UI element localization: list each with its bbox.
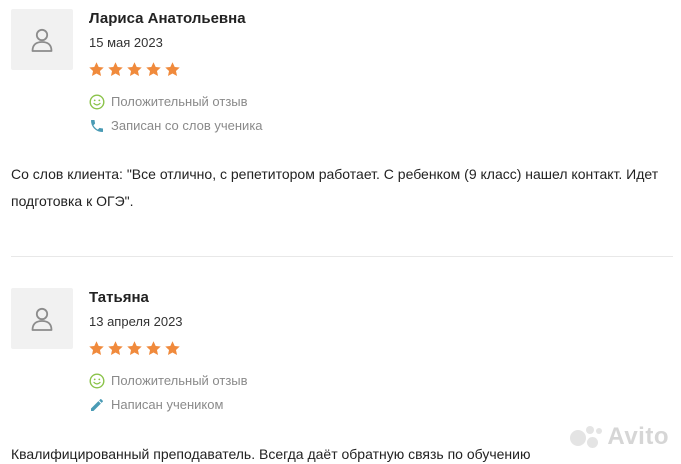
avatar bbox=[11, 288, 73, 349]
star-icon bbox=[127, 341, 142, 356]
review-source: Записан со слов ученика bbox=[88, 117, 263, 134]
review-author: Татьяна bbox=[89, 289, 149, 306]
avito-watermark: Avito bbox=[570, 423, 669, 451]
avatar bbox=[11, 9, 73, 70]
star-icon bbox=[146, 62, 161, 77]
review-text: Со слов клиента: "Все отлично, с репетит… bbox=[11, 166, 659, 209]
review-source: Написан учеником bbox=[88, 396, 223, 413]
star-icon bbox=[89, 62, 104, 77]
phone-icon bbox=[88, 117, 105, 134]
watermark-text: Avito bbox=[607, 423, 669, 450]
star-icon bbox=[108, 341, 123, 356]
star-icon bbox=[127, 62, 142, 77]
star-icon bbox=[146, 341, 161, 356]
star-icon bbox=[108, 62, 123, 77]
source-label: Написан учеником bbox=[111, 397, 224, 412]
pencil-icon bbox=[88, 396, 105, 413]
review-date: 15 мая 2023 bbox=[89, 35, 163, 50]
review-divider bbox=[11, 256, 673, 257]
rating-stars bbox=[88, 61, 181, 78]
sentiment-label: Положительный отзыв bbox=[111, 94, 248, 109]
user-icon bbox=[31, 307, 53, 331]
smile-icon bbox=[88, 93, 105, 110]
rating-stars bbox=[88, 340, 181, 357]
star-icon bbox=[89, 341, 104, 356]
review-author: Лариса Анатольевна bbox=[89, 10, 246, 27]
user-icon bbox=[31, 28, 53, 52]
sentiment-label: Положительный отзыв bbox=[111, 373, 248, 388]
star-icon bbox=[165, 62, 180, 77]
review-sentiment: Положительный отзыв bbox=[88, 372, 248, 389]
review-date: 13 апреля 2023 bbox=[89, 314, 183, 329]
source-label: Записан со слов ученика bbox=[111, 118, 263, 133]
avito-logo-icon bbox=[570, 424, 604, 450]
star-icon bbox=[165, 341, 180, 356]
review-sentiment: Положительный отзыв bbox=[88, 93, 248, 110]
smile-icon bbox=[88, 372, 105, 389]
